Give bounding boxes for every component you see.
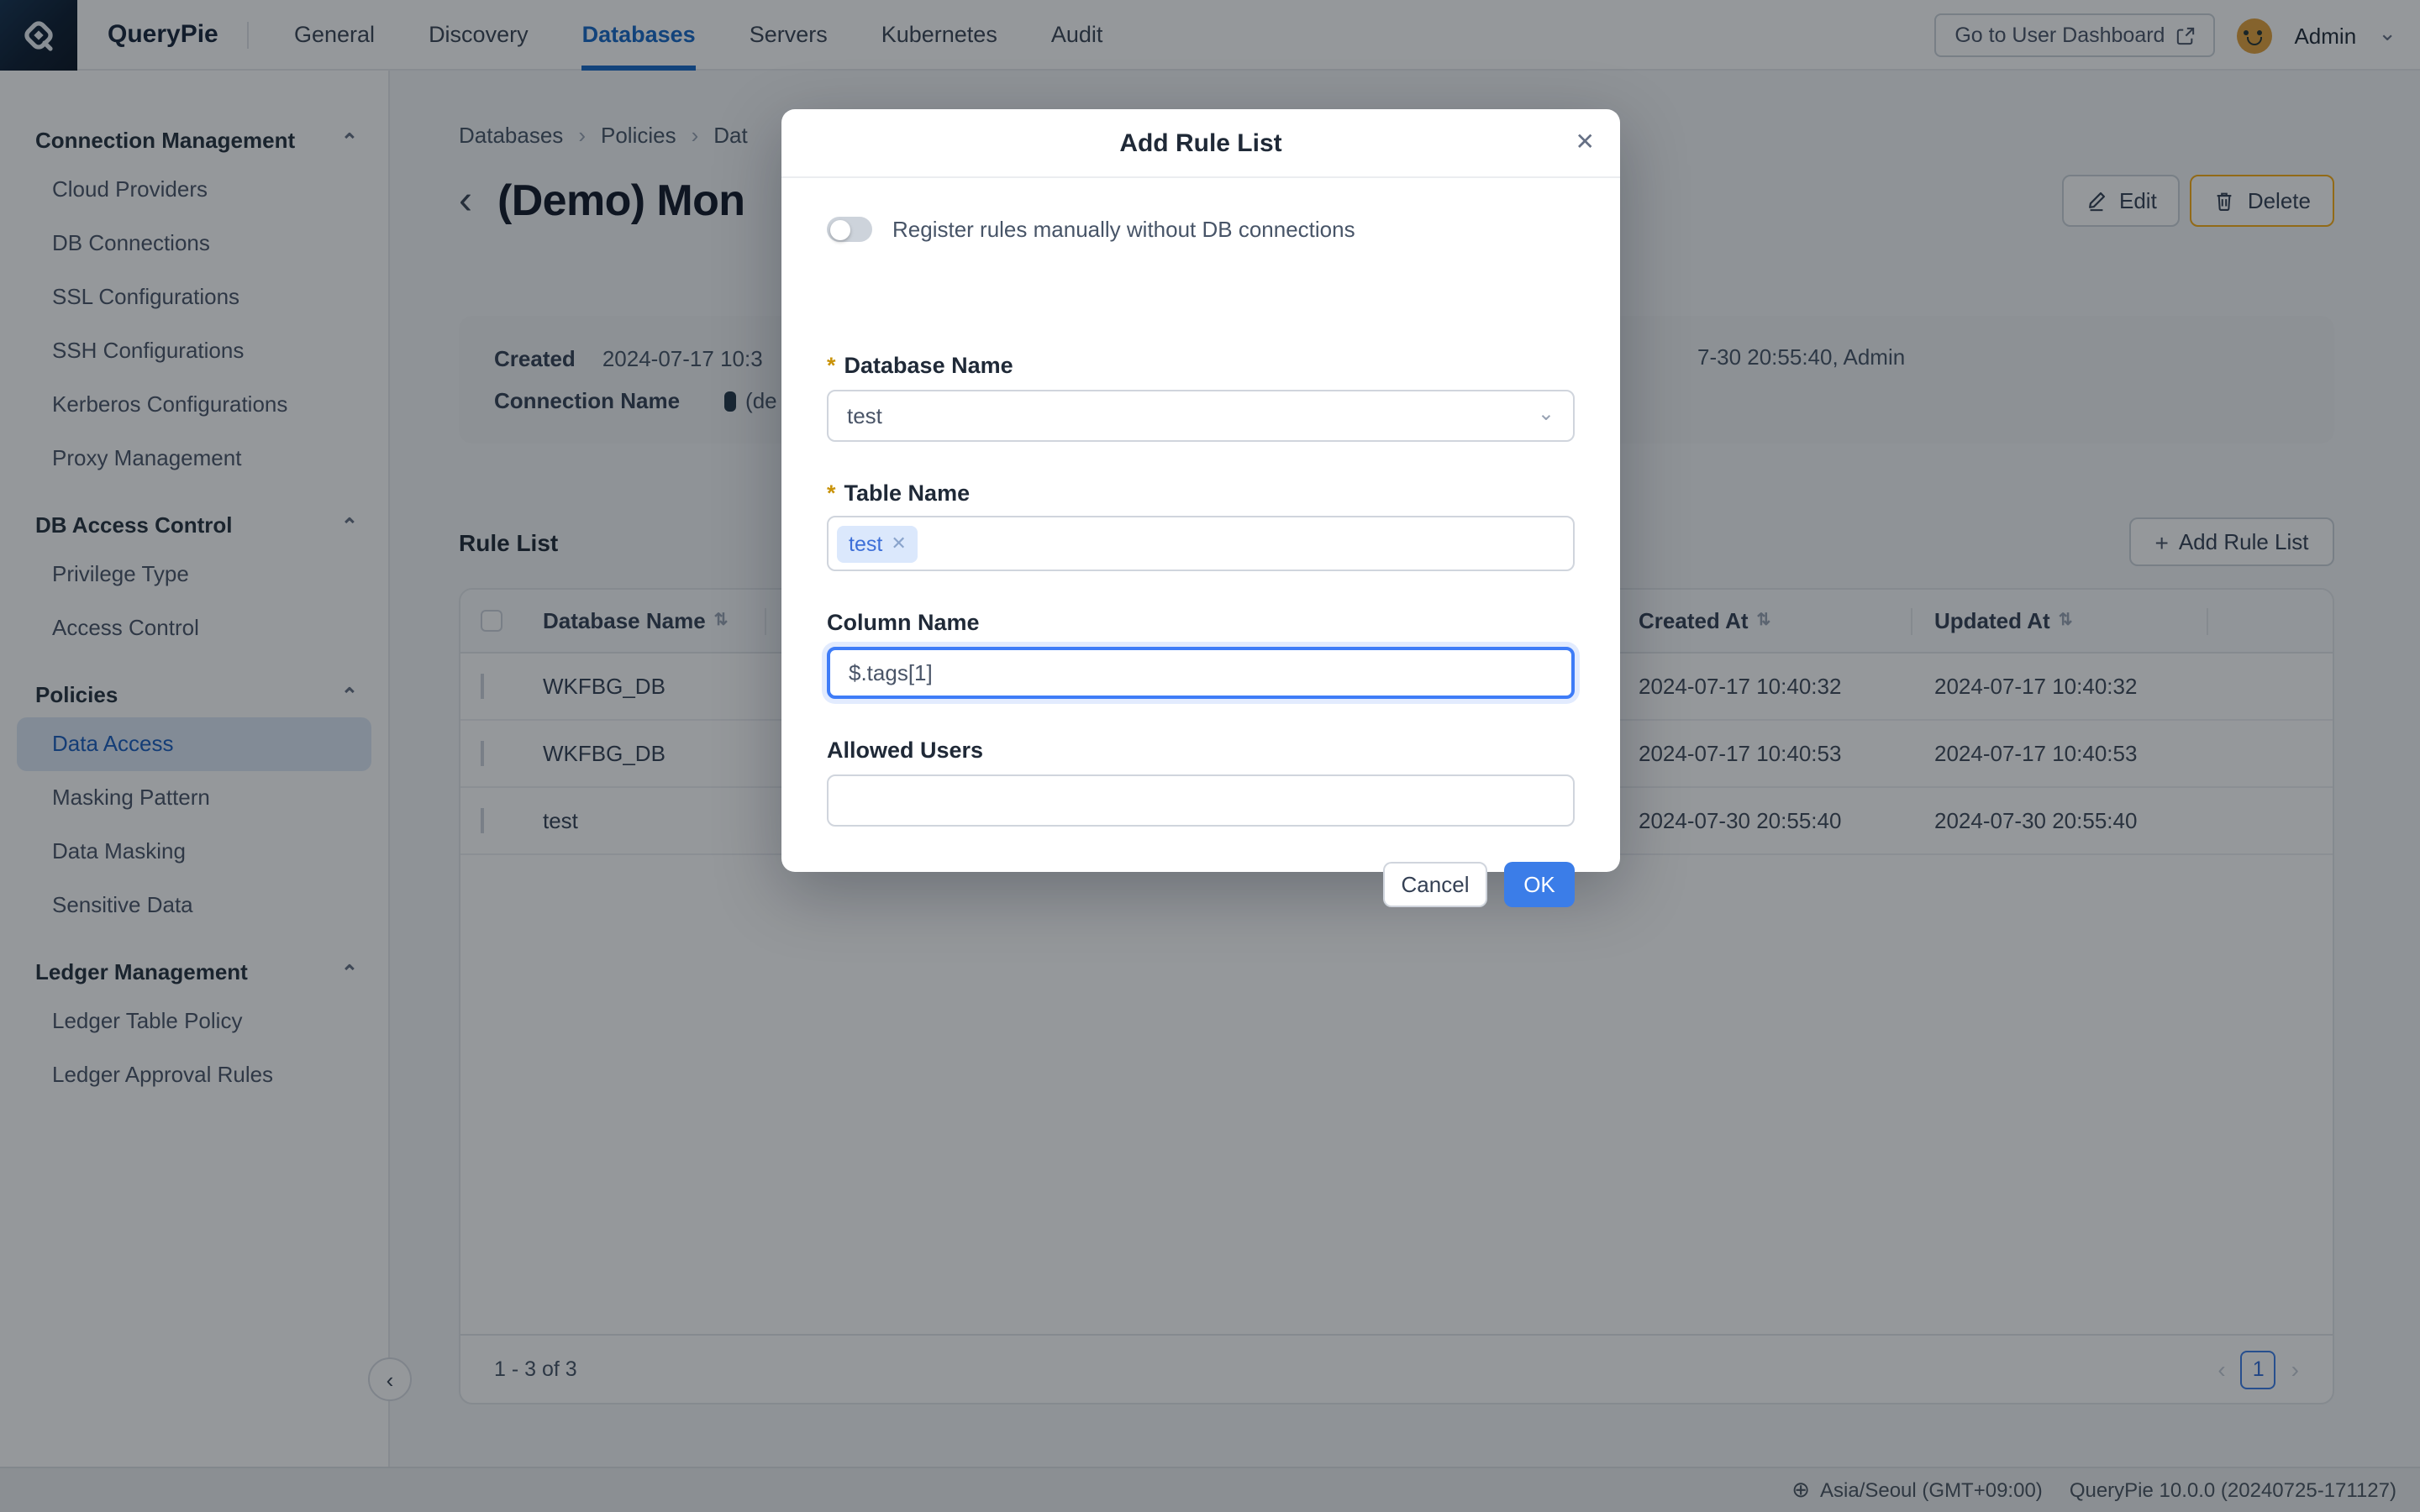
add-rule-list-modal: Add Rule List ✕ Register rules manually … (781, 109, 1620, 872)
app-root: QueryPie General Discovery Databases Ser… (0, 0, 2420, 1512)
tag-label: test (849, 532, 882, 555)
allowed-users-input[interactable] (827, 774, 1575, 827)
manual-register-toggle-row: Register rules manually without DB conne… (827, 217, 1355, 242)
required-asterisk: * (827, 480, 836, 506)
cancel-button-label: Cancel (1402, 872, 1470, 897)
column-name-label: Column Name (827, 610, 980, 635)
field-label-text: Column Name (827, 610, 980, 635)
field-label-text: Database Name (844, 353, 1013, 378)
database-name-select[interactable]: test ⌄ (827, 390, 1575, 442)
cancel-button[interactable]: Cancel (1383, 862, 1487, 907)
toggle-knob (829, 219, 850, 239)
ok-button[interactable]: OK (1504, 862, 1575, 907)
database-name-selected-value: test (847, 403, 882, 428)
field-label-text: Allowed Users (827, 738, 983, 763)
manual-register-toggle-label: Register rules manually without DB conne… (892, 217, 1355, 242)
modal-title: Add Rule List (1119, 129, 1281, 157)
database-name-label: * Database Name (827, 353, 1013, 378)
field-label-text: Table Name (844, 480, 971, 506)
modal-header: Add Rule List ✕ (781, 109, 1620, 178)
required-asterisk: * (827, 353, 836, 378)
ok-button-label: OK (1523, 872, 1555, 897)
modal-actions: Cancel OK (1383, 862, 1575, 907)
close-icon[interactable]: ✕ (1576, 128, 1595, 156)
table-name-label: * Table Name (827, 480, 970, 506)
chevron-down-icon: ⌄ (1538, 401, 1555, 424)
table-name-tag: test ✕ (837, 525, 918, 562)
column-name-input[interactable] (827, 647, 1575, 699)
allowed-users-label: Allowed Users (827, 738, 983, 763)
tag-remove-icon[interactable]: ✕ (891, 533, 906, 554)
manual-register-toggle[interactable] (827, 217, 872, 242)
table-name-tag-input[interactable]: test ✕ (827, 516, 1575, 571)
